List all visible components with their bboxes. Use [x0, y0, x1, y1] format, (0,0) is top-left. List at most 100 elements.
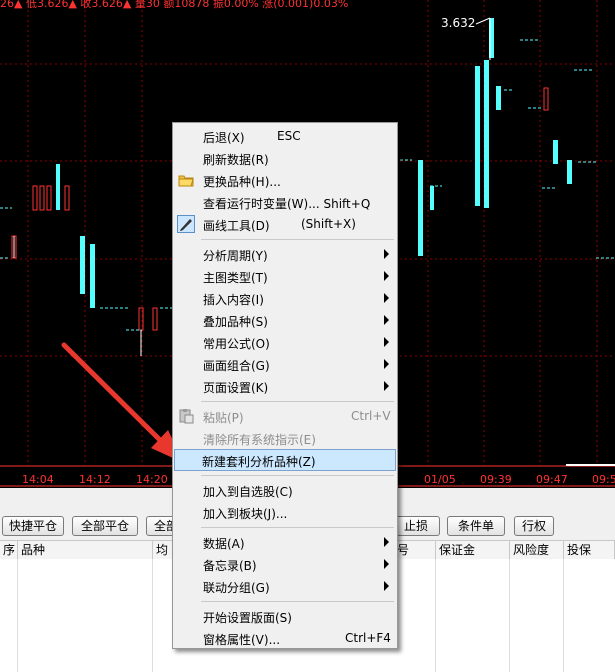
- menu-item-label: 刷新数据(R): [203, 153, 269, 167]
- close-all-button[interactable]: 全部平仓: [72, 516, 138, 536]
- menu-item-shortcut: ESC: [277, 129, 301, 143]
- menu-item-formulas[interactable]: 常用公式(O): [175, 331, 395, 353]
- submenu-arrow-icon: [384, 293, 389, 303]
- candle: [39, 185, 45, 211]
- menu-item-layout-combo[interactable]: 画面组合(G): [175, 353, 395, 375]
- exercise-button[interactable]: 行权: [514, 516, 554, 536]
- menu-item-shortcut: (Shift+X): [301, 217, 356, 231]
- menu-item-label: 数据(A): [203, 537, 245, 551]
- menu-item-clear-indicators[interactable]: 清除所有系统指示(E): [175, 427, 395, 449]
- menu-item-overlay[interactable]: 叠加品种(S): [175, 309, 395, 331]
- candle: [80, 236, 85, 294]
- menu-item-runtime-vars[interactable]: 查看运行时变量(W)... Shift+Q: [175, 191, 395, 213]
- menu-item-label: 查看运行时变量(W)... Shift+Q: [203, 197, 371, 211]
- menu-item-label: 加入到自选股(C): [203, 485, 293, 499]
- quick-close-button[interactable]: 快捷平仓: [2, 516, 64, 536]
- menu-item-new-arbitrage[interactable]: 新建套利分析品种(Z): [174, 449, 396, 471]
- candle: [567, 160, 572, 184]
- menu-item-layout-setup[interactable]: 开始设置版面(S): [175, 605, 395, 627]
- candle: [484, 60, 489, 208]
- time-label: 14:12: [79, 473, 111, 486]
- pen-icon: [177, 215, 195, 233]
- menu-item-add-watchlist[interactable]: 加入到自选股(C): [175, 479, 395, 501]
- menu-item-label: 更换品种(H)...: [203, 175, 281, 189]
- menu-item-label: 备忘录(B): [203, 559, 257, 573]
- stop-loss-button[interactable]: 止损: [392, 516, 440, 536]
- candle: [496, 86, 501, 110]
- menu-item-label: 画线工具(D): [203, 219, 270, 233]
- candle: [418, 160, 423, 256]
- menu-item-period[interactable]: 分析周期(Y): [175, 243, 395, 265]
- time-label: 09:5: [592, 473, 615, 486]
- menu-separator: [201, 401, 394, 402]
- menu-item-label: 叠加品种(S): [203, 315, 268, 329]
- menu-item-label: 开始设置版面(S): [203, 611, 292, 625]
- submenu-arrow-icon: [384, 559, 389, 569]
- menu-item-label: 页面设置(K): [203, 381, 269, 395]
- menu-item-label: 窗格属性(V)...: [203, 633, 281, 647]
- time-label: 09:39: [480, 473, 512, 486]
- menu-item-label: 后退(X): [203, 131, 245, 145]
- menu-item-label: 画面组合(G): [203, 359, 270, 373]
- candle: [64, 185, 70, 211]
- column-header[interactable]: 保证金: [436, 541, 510, 559]
- column-header[interactable]: 品种: [18, 541, 153, 559]
- menu-item-pane-properties[interactable]: 窗格属性(V)... Ctrl+F4: [175, 627, 395, 649]
- high-price-pointer: [475, 17, 491, 25]
- menu-item-link-group[interactable]: 联动分组(G): [175, 575, 395, 597]
- submenu-arrow-icon: [384, 581, 389, 591]
- menu-item-change-symbol[interactable]: 更换品种(H)...: [175, 169, 395, 191]
- candle: [543, 87, 549, 111]
- folder-icon: [178, 175, 194, 187]
- paste-icon: [179, 409, 194, 424]
- submenu-arrow-icon: [384, 381, 389, 391]
- menu-item-add-sector[interactable]: 加入到板块(J)...: [175, 501, 395, 523]
- candle: [32, 185, 38, 211]
- submenu-arrow-icon: [384, 337, 389, 347]
- conditional-order-button[interactable]: 条件单: [447, 516, 505, 536]
- menu-item-data[interactable]: 数据(A): [175, 531, 395, 553]
- menu-item-memo[interactable]: 备忘录(B): [175, 553, 395, 575]
- menu-item-shortcut: Ctrl+F4: [345, 631, 391, 645]
- menu-item-label: 插入内容(I): [203, 293, 264, 307]
- menu-separator: [201, 475, 394, 476]
- menu-item-insert[interactable]: 插入内容(I): [175, 287, 395, 309]
- column-header[interactable]: 号: [394, 541, 436, 559]
- time-label: 14:04: [22, 473, 54, 486]
- menu-item-drawing-tools[interactable]: 画线工具(D) (Shift+X): [175, 213, 395, 235]
- time-label: 14:20: [136, 473, 168, 486]
- submenu-arrow-icon: [384, 359, 389, 369]
- column-header[interactable]: 风险度: [510, 541, 564, 559]
- candle: [46, 185, 52, 211]
- submenu-arrow-icon: [384, 537, 389, 547]
- context-menu: 后退(X) ESC 刷新数据(R) 更换品种(H)... 查看运行时变量(W).…: [172, 122, 398, 649]
- menu-item-label: 分析周期(Y): [203, 249, 268, 263]
- menu-item-label: 加入到板块(J)...: [203, 507, 288, 521]
- candle: [553, 140, 558, 164]
- menu-separator: [201, 601, 394, 602]
- menu-item-label: 新建套利分析品种(Z): [202, 455, 316, 469]
- menu-item-back[interactable]: 后退(X) ESC: [175, 125, 395, 147]
- menu-item-label: 主图类型(T): [203, 271, 268, 285]
- candle: [430, 186, 434, 210]
- high-price-label: 3.632: [441, 16, 476, 30]
- candle: [56, 164, 60, 210]
- menu-item-label: 清除所有系统指示(E): [203, 433, 316, 447]
- submenu-arrow-icon: [384, 249, 389, 259]
- menu-item-page-setup[interactable]: 页面设置(K): [175, 375, 395, 397]
- menu-item-refresh[interactable]: 刷新数据(R): [175, 147, 395, 169]
- menu-item-shortcut: Ctrl+V: [351, 409, 391, 423]
- menu-separator: [201, 239, 394, 240]
- menu-item-main-chart-type[interactable]: 主图类型(T): [175, 265, 395, 287]
- time-label: 09:47: [536, 473, 568, 486]
- menu-separator: [201, 527, 394, 528]
- menu-item-label: 粘贴(P): [203, 411, 244, 425]
- column-header[interactable]: 序: [0, 541, 18, 559]
- menu-item-label: 联动分组(G): [203, 581, 270, 595]
- column-header[interactable]: 投保: [564, 541, 615, 559]
- candle: [90, 244, 95, 308]
- menu-item-label: 常用公式(O): [203, 337, 270, 351]
- candle: [152, 307, 158, 331]
- menu-item-paste[interactable]: 粘贴(P) Ctrl+V: [175, 405, 395, 427]
- quote-info-bar: 26▲ 低3.626▲ 收3.626▲ 量30 额10878 振0.00% 涨(…: [0, 0, 349, 10]
